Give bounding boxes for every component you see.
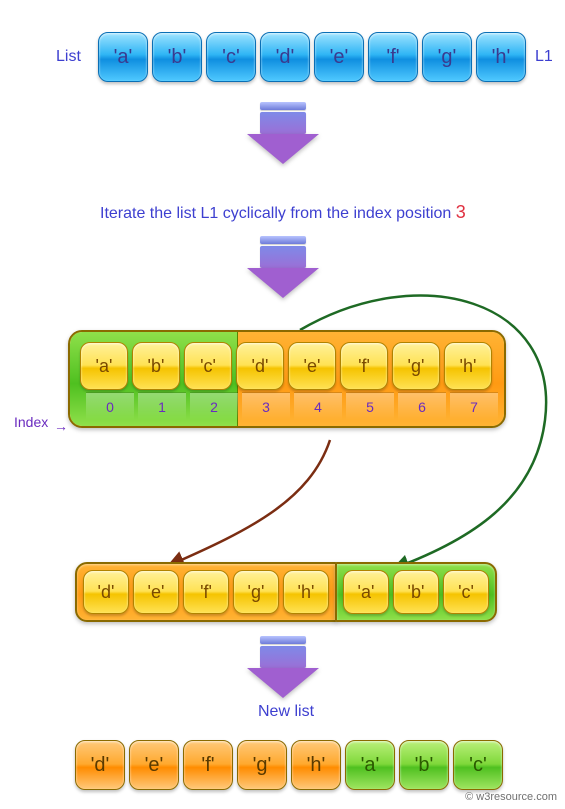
mid-cell-5: 'f'	[340, 342, 388, 390]
mid-index-6: 6	[398, 392, 446, 420]
top-cell-1: 'b'	[152, 32, 202, 82]
top-cell-0: 'a'	[98, 32, 148, 82]
res-left-cell-0: 'd'	[83, 570, 129, 614]
arrow-down-2	[260, 236, 319, 298]
final-cell-1: 'e'	[129, 740, 179, 790]
final-cell-0: 'd'	[75, 740, 125, 790]
arrow-down-1	[260, 102, 319, 164]
final-cell-4: 'h'	[291, 740, 341, 790]
mid-cell-2: 'c'	[184, 342, 232, 390]
mid-cell-1: 'b'	[132, 342, 180, 390]
caption-iterate: Iterate the list L1 cyclically from the …	[100, 202, 466, 223]
res-left-cell-3: 'g'	[233, 570, 279, 614]
result-left-segment: 'd''e''f''g''h'	[75, 562, 337, 622]
res-left-cell-2: 'f'	[183, 570, 229, 614]
mid-cell-7: 'h'	[444, 342, 492, 390]
top-cell-6: 'g'	[422, 32, 472, 82]
final-cell-5: 'a'	[345, 740, 395, 790]
result-group: 'd''e''f''g''h' 'a''b''c'	[75, 562, 497, 622]
top-cell-5: 'f'	[368, 32, 418, 82]
res-right-cell-0: 'a'	[343, 570, 389, 614]
middle-group: 'a''b''c''d''e''f''g''h' 01234567	[68, 330, 506, 428]
diagram-canvas: List 'a''b''c''d''e''f''g''h' L1 Iterate…	[0, 0, 565, 809]
mid-cell-4: 'e'	[288, 342, 336, 390]
final-cell-2: 'f'	[183, 740, 233, 790]
mid-index-0: 0	[86, 392, 134, 420]
mid-index-4: 4	[294, 392, 342, 420]
middle-index-row: 01234567	[76, 392, 498, 420]
res-right-cell-1: 'b'	[393, 570, 439, 614]
middle-cells: 'a''b''c''d''e''f''g''h'	[76, 338, 498, 394]
mid-cell-3: 'd'	[236, 342, 284, 390]
top-list-row: 'a''b''c''d''e''f''g''h'	[98, 32, 526, 82]
res-right-cell-2: 'c'	[443, 570, 489, 614]
final-row: 'd''e''f''g''h''a''b''c'	[75, 740, 503, 790]
mid-index-1: 1	[138, 392, 186, 420]
top-cell-2: 'c'	[206, 32, 256, 82]
top-cell-7: 'h'	[476, 32, 526, 82]
caption-index: 3	[456, 202, 466, 222]
mid-index-5: 5	[346, 392, 394, 420]
result-right-segment: 'a''b''c'	[335, 562, 497, 622]
top-cell-3: 'd'	[260, 32, 310, 82]
index-arrow-icon: →	[54, 418, 68, 434]
caption-text-2: cyclically from the index position	[223, 205, 456, 222]
caption-text-1: Iterate the list	[100, 205, 201, 222]
middle-container: 'a''b''c''d''e''f''g''h' 01234567	[68, 330, 506, 428]
res-left-cell-1: 'e'	[133, 570, 179, 614]
mid-cell-6: 'g'	[392, 342, 440, 390]
arrow-down-3	[260, 636, 319, 698]
mid-index-2: 2	[190, 392, 238, 420]
mid-cell-0: 'a'	[80, 342, 128, 390]
label-index: Index	[14, 414, 48, 430]
label-l1: L1	[535, 48, 553, 66]
res-left-cell-4: 'h'	[283, 570, 329, 614]
label-newlist: New list	[258, 703, 314, 721]
label-list: List	[56, 48, 81, 66]
final-cell-3: 'g'	[237, 740, 287, 790]
caption-l1: L1	[201, 205, 219, 222]
credit-label: © w3resource.com	[465, 791, 557, 803]
top-cell-4: 'e'	[314, 32, 364, 82]
final-cell-7: 'c'	[453, 740, 503, 790]
mid-index-7: 7	[450, 392, 498, 420]
final-cell-6: 'b'	[399, 740, 449, 790]
mid-index-3: 3	[242, 392, 290, 420]
